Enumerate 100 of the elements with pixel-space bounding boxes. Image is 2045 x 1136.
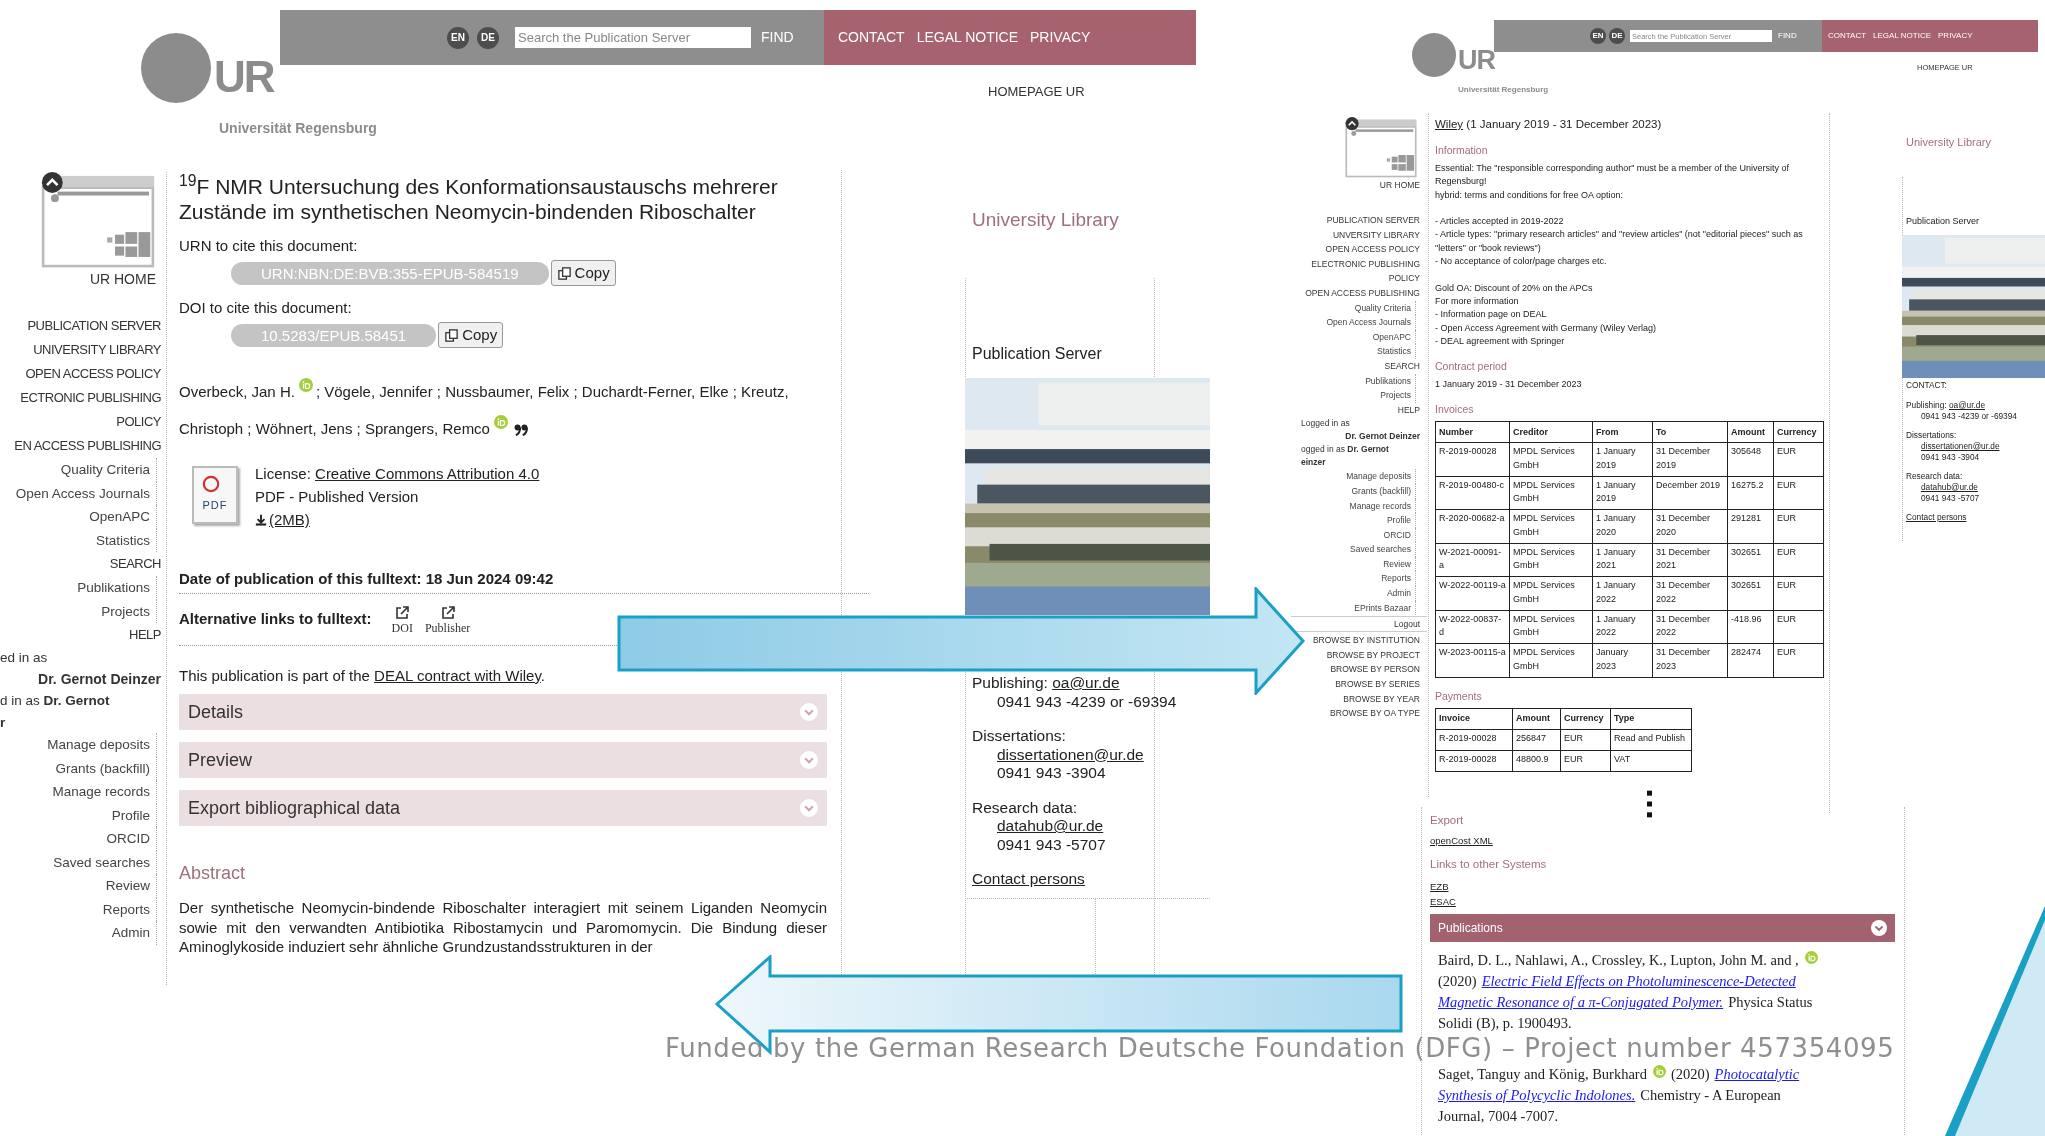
- nav-sublink[interactable]: Saved searches: [1350, 542, 1416, 557]
- language-button[interactable]: EN: [447, 26, 469, 49]
- nav-sublink[interactable]: Projects: [101, 599, 157, 623]
- top-link[interactable]: PRIVACY: [1938, 30, 1973, 42]
- chevron-down-icon[interactable]: [800, 703, 818, 721]
- nav-sublink[interactable]: Admin: [111, 921, 157, 945]
- publications-header[interactable]: Publications: [1430, 914, 1895, 942]
- top-link[interactable]: LEGAL NOTICE: [1873, 30, 1932, 42]
- id-icon[interactable]: [493, 415, 508, 429]
- pdf-file-icon[interactable]: PDF: [192, 466, 238, 524]
- nav-sublink[interactable]: Manage deposits: [47, 733, 157, 757]
- nav-sublink[interactable]: Quality Criteria: [60, 458, 157, 482]
- nav-link[interactable]: BROWSE BY OA TYPE: [1330, 706, 1420, 721]
- nav-link[interactable]: OPEN ACCESS POLICY: [25, 362, 161, 386]
- home-link[interactable]: UR HOME: [89, 270, 156, 288]
- nav-link[interactable]: ECTRONIC PUBLISHING: [20, 386, 161, 410]
- external-link-icon[interactable]: [439, 604, 456, 621]
- nav-sublink[interactable]: Statistics: [96, 528, 157, 552]
- nav-sublink[interactable]: Open Access Journals: [15, 481, 157, 505]
- nav-link[interactable]: OPEN ACCESS POLICY: [1325, 242, 1420, 257]
- nav-sublink[interactable]: Statistics: [1377, 344, 1416, 359]
- nav-sublink[interactable]: OpenAPC: [1372, 329, 1416, 345]
- nav-link[interactable]: HELP: [1397, 402, 1420, 418]
- external-link[interactable]: Publisher: [424, 604, 471, 635]
- home-link[interactable]: UR HOME: [1379, 179, 1420, 191]
- license-link[interactable]: Creative Commons Attribution 4.0: [315, 465, 540, 482]
- deal-contract-link[interactable]: DEAL contract with Wiley: [374, 667, 541, 684]
- id-icon[interactable]: [1652, 1065, 1666, 1078]
- chevron-down-icon[interactable]: [800, 751, 818, 769]
- top-link[interactable]: PRIVACY: [1030, 27, 1091, 48]
- nav-link[interactable]: PUBLICATION SERVER: [1326, 213, 1420, 228]
- nav-link[interactable]: UNIVERSITY LIBRARY: [33, 338, 161, 362]
- top-link[interactable]: LEGAL NOTICE: [916, 27, 1019, 48]
- language-button[interactable]: DE: [477, 26, 499, 49]
- nav-sublink[interactable]: Publikations: [1365, 373, 1416, 389]
- accordion-header[interactable]: Preview: [179, 742, 827, 778]
- export-link[interactable]: openCost XML: [1430, 835, 1896, 847]
- nav-sublink[interactable]: Profile: [1386, 513, 1416, 528]
- language-button[interactable]: DE: [1609, 28, 1625, 44]
- nav-link[interactable]: BROWSE BY INSTITUTION: [1312, 633, 1420, 648]
- nav-sublink[interactable]: Review: [1383, 556, 1416, 572]
- accordion-header[interactable]: Details: [179, 694, 827, 730]
- publication-title-link[interactable]: Photocatalytic: [1714, 1063, 1800, 1086]
- accordion-header[interactable]: Export bibliographical data: [179, 790, 827, 826]
- publication-title-link[interactable]: Magnetic Resonance of a π-Conjugated Polymer.: [1438, 991, 1724, 1014]
- copy-button[interactable]: Copy: [438, 322, 504, 348]
- nav-link[interactable]: POLICY: [1388, 271, 1420, 286]
- nav-sublink[interactable]: Projects: [1380, 388, 1416, 403]
- nav-link[interactable]: UNVERSITY LIBRARY: [1332, 227, 1420, 243]
- contact-persons-link[interactable]: Contact persons: [1906, 512, 2045, 523]
- nav-link[interactable]: BROWSE BY SERIES: [1335, 677, 1420, 692]
- nav-link[interactable]: ELECTRONIC PUBLISHING: [1311, 256, 1420, 272]
- nav-sublink[interactable]: Admin: [1386, 586, 1416, 601]
- nav-sublink[interactable]: Grants (backfill): [55, 756, 157, 780]
- nav-link[interactable]: SEARCH: [109, 552, 161, 576]
- system-link[interactable]: EZB: [1430, 879, 1449, 894]
- nav-sublink[interactable]: Open Access Journals: [1326, 315, 1416, 330]
- nav-link[interactable]: PUBLICATION SERVER: [27, 314, 161, 338]
- nav-sublink[interactable]: ORCID: [106, 827, 157, 851]
- language-button[interactable]: EN: [1590, 28, 1606, 44]
- nav-sublink[interactable]: Manage records: [52, 780, 157, 804]
- nav-sublink[interactable]: Manage deposits: [1346, 469, 1416, 484]
- chevron-down-icon[interactable]: [1871, 920, 1887, 936]
- nav-sublink[interactable]: Review: [105, 874, 157, 898]
- publication-title-link[interactable]: Synthesis of Polycyclic Indolones.: [1438, 1084, 1636, 1107]
- agreement-name-link[interactable]: Wiley: [1435, 118, 1464, 130]
- nav-sublink[interactable]: Reports: [102, 897, 157, 921]
- email-link[interactable]: datahub@ur.de: [997, 817, 1104, 834]
- nav-sublink[interactable]: Manage records: [1349, 498, 1416, 514]
- nav-sublink[interactable]: ORCID: [1383, 527, 1416, 543]
- email-link[interactable]: dissertationen@ur.de: [1921, 441, 2000, 451]
- nav-sublink[interactable]: EPrints Bazaar: [1354, 600, 1416, 616]
- nav-sublink[interactable]: Saved searches: [53, 850, 157, 874]
- external-link-icon[interactable]: [394, 604, 411, 621]
- quote-icon[interactable]: [513, 423, 528, 436]
- email-link[interactable]: oa@ur.de: [1052, 674, 1120, 691]
- nav-sublink[interactable]: Quality Criteria: [1354, 300, 1416, 316]
- publication-title-link[interactable]: Electric Field Effects on Photoluminescence-Detected: [1481, 970, 1796, 993]
- nav-link[interactable]: POLICY: [116, 410, 161, 434]
- contact-persons-link[interactable]: Contact persons: [972, 870, 1208, 889]
- nav-link[interactable]: BROWSE BY YEAR: [1343, 691, 1420, 707]
- nav-sublink[interactable]: Publikations: [77, 576, 157, 600]
- nav-sublink[interactable]: Grants (backfill): [1351, 483, 1416, 499]
- copy-button[interactable]: Copy: [550, 260, 616, 286]
- nav-link[interactable]: EN ACCESS PUBLISHING: [14, 434, 161, 458]
- nav-link[interactable]: HELP: [129, 623, 161, 647]
- nav-link[interactable]: BROWSE BY PERSON: [1330, 662, 1420, 678]
- top-link[interactable]: CONTACT: [838, 27, 905, 48]
- id-icon[interactable]: [1804, 951, 1818, 964]
- system-link[interactable]: ESAC: [1430, 894, 1456, 909]
- email-link[interactable]: oa@ur.de: [1948, 400, 1985, 410]
- nav-link[interactable]: OPEN ACCESS PUBLISHING: [1305, 285, 1420, 301]
- top-link[interactable]: CONTACT: [1828, 30, 1867, 42]
- nav-link[interactable]: SEARCH: [1384, 358, 1420, 374]
- search-field[interactable]: Search the Publication Server: [515, 27, 751, 48]
- id-icon[interactable]: [298, 378, 313, 392]
- nav-link[interactable]: BROWSE BY PROJECT: [1326, 647, 1420, 663]
- nav-sublink[interactable]: Reports: [1381, 571, 1416, 587]
- email-link[interactable]: dissertationen@ur.de: [997, 745, 1144, 763]
- homepage-link[interactable]: HOMEPAGE UR: [988, 82, 1085, 102]
